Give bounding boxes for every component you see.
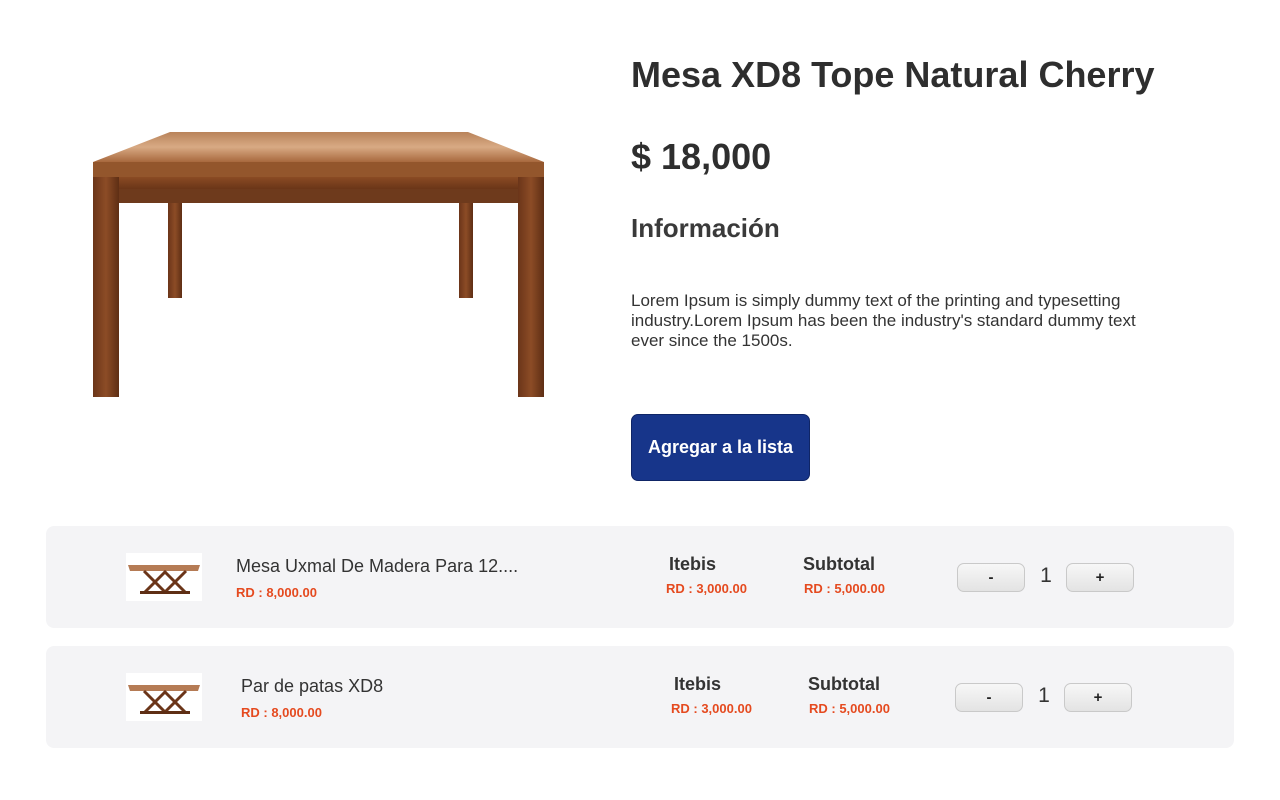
quantity-increment-button[interactable]: + [1066,563,1134,592]
info-heading: Información [631,213,780,243]
add-to-list-button[interactable]: Agregar a la lista [631,414,810,481]
cart-item-row: Par de patas XD8 RD : 8,000.00 Itebis RD… [46,646,1234,748]
table-thumbnail-icon [128,685,200,715]
product-image [88,125,548,401]
item-price: RD : 8,000.00 [236,585,317,600]
subtotal-value: RD : 5,000.00 [809,701,890,716]
itebis-label: Itebis [674,674,722,694]
itebis-label: Itebis [669,554,717,574]
quantity-increment-button[interactable]: + [1064,683,1132,712]
subtotal-label: Subtotal [808,674,880,694]
quantity-value: 1 [1038,684,1050,707]
product-description: Lorem Ipsum is simply dummy text of the … [631,291,1136,350]
item-name: Par de patas XD8 [241,676,384,696]
item-price: RD : 8,000.00 [241,705,322,720]
subtotal-value: RD : 5,000.00 [804,581,885,596]
item-name: Mesa Uxmal De Madera Para 12.... [236,556,519,576]
subtotal-label: Subtotal [803,554,875,574]
item-thumbnail [126,673,202,721]
cart-item-row: Mesa Uxmal De Madera Para 12.... RD : 8,… [46,526,1234,628]
quantity-decrement-button[interactable]: - [955,683,1023,712]
item-thumbnail [126,553,202,601]
table-thumbnail-icon [128,565,200,595]
itebis-value: RD : 3,000.00 [666,581,747,596]
itebis-value: RD : 3,000.00 [671,701,752,716]
product-price: $ 18,000 [631,136,772,177]
quantity-value: 1 [1040,564,1052,587]
product-title: Mesa XD8 Tope Natural Cherry [631,54,1155,95]
quantity-decrement-button[interactable]: - [957,563,1025,592]
wooden-table-image [93,132,544,397]
